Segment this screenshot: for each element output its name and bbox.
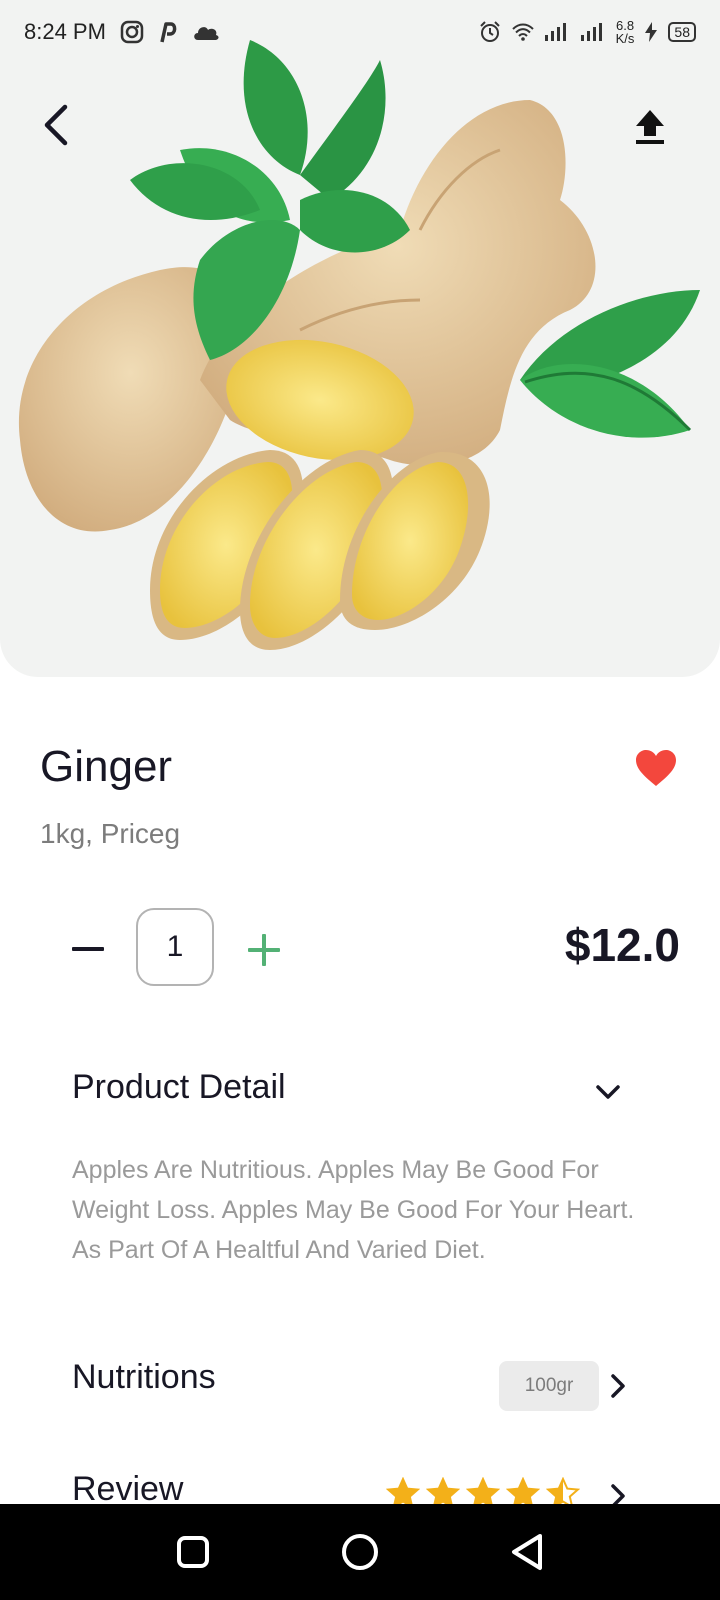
share-button[interactable] — [630, 102, 670, 152]
network-speed-unit: K/s — [615, 31, 635, 46]
back-nav-button[interactable] — [499, 1524, 555, 1580]
triangle-back-icon — [511, 1534, 542, 1570]
product-image — [18, 40, 700, 650]
decrease-quantity-button[interactable] — [70, 932, 106, 968]
system-nav-bar — [0, 1504, 720, 1600]
alarm-icon — [478, 20, 502, 44]
product-hero — [0, 0, 720, 677]
chevron-left-icon — [44, 104, 68, 146]
wifi-icon — [511, 23, 534, 41]
signal-icon — [580, 23, 606, 41]
circle-icon — [341, 1534, 378, 1570]
status-time: 8:24 PM — [24, 19, 106, 44]
status-bar: 8:24 PM 6.8 K/s 58 — [0, 0, 720, 64]
network-speed: 6.8 K/s — [616, 19, 635, 45]
expand-detail-button[interactable] — [594, 1082, 622, 1104]
instagram-icon — [120, 20, 144, 44]
square-icon — [177, 1536, 210, 1568]
quantity-field[interactable]: 1 — [136, 908, 214, 986]
nutritions-badge: 100gr — [499, 1361, 599, 1411]
battery-level: 58 — [668, 22, 696, 42]
charging-icon — [644, 22, 658, 42]
nutritions-title: Nutritions — [72, 1358, 216, 1396]
upload-icon — [636, 110, 664, 144]
product-name: Ginger — [40, 742, 173, 791]
pinterest-icon — [158, 20, 178, 44]
signal-icon — [544, 23, 570, 41]
plus-icon — [248, 934, 280, 966]
increase-quantity-button[interactable] — [244, 930, 284, 970]
product-detail-text: Apples Are Nutritious. Apples May Be Goo… — [72, 1156, 635, 1264]
heart-icon — [636, 750, 676, 786]
cloud-icon — [192, 23, 220, 41]
product-detail-title: Product Detail — [72, 1068, 286, 1106]
chevron-down-icon — [596, 1085, 620, 1099]
product-price: $12.0 — [564, 919, 680, 971]
minus-icon — [72, 947, 104, 951]
chevron-right-icon — [611, 1374, 625, 1398]
nutritions-open-button[interactable] — [608, 1372, 628, 1400]
recents-button[interactable] — [165, 1524, 221, 1580]
favorite-button[interactable] — [634, 748, 678, 792]
home-button[interactable] — [332, 1524, 388, 1580]
back-button[interactable] — [36, 100, 76, 150]
product-subtitle: 1kg, Priceg — [40, 818, 181, 849]
